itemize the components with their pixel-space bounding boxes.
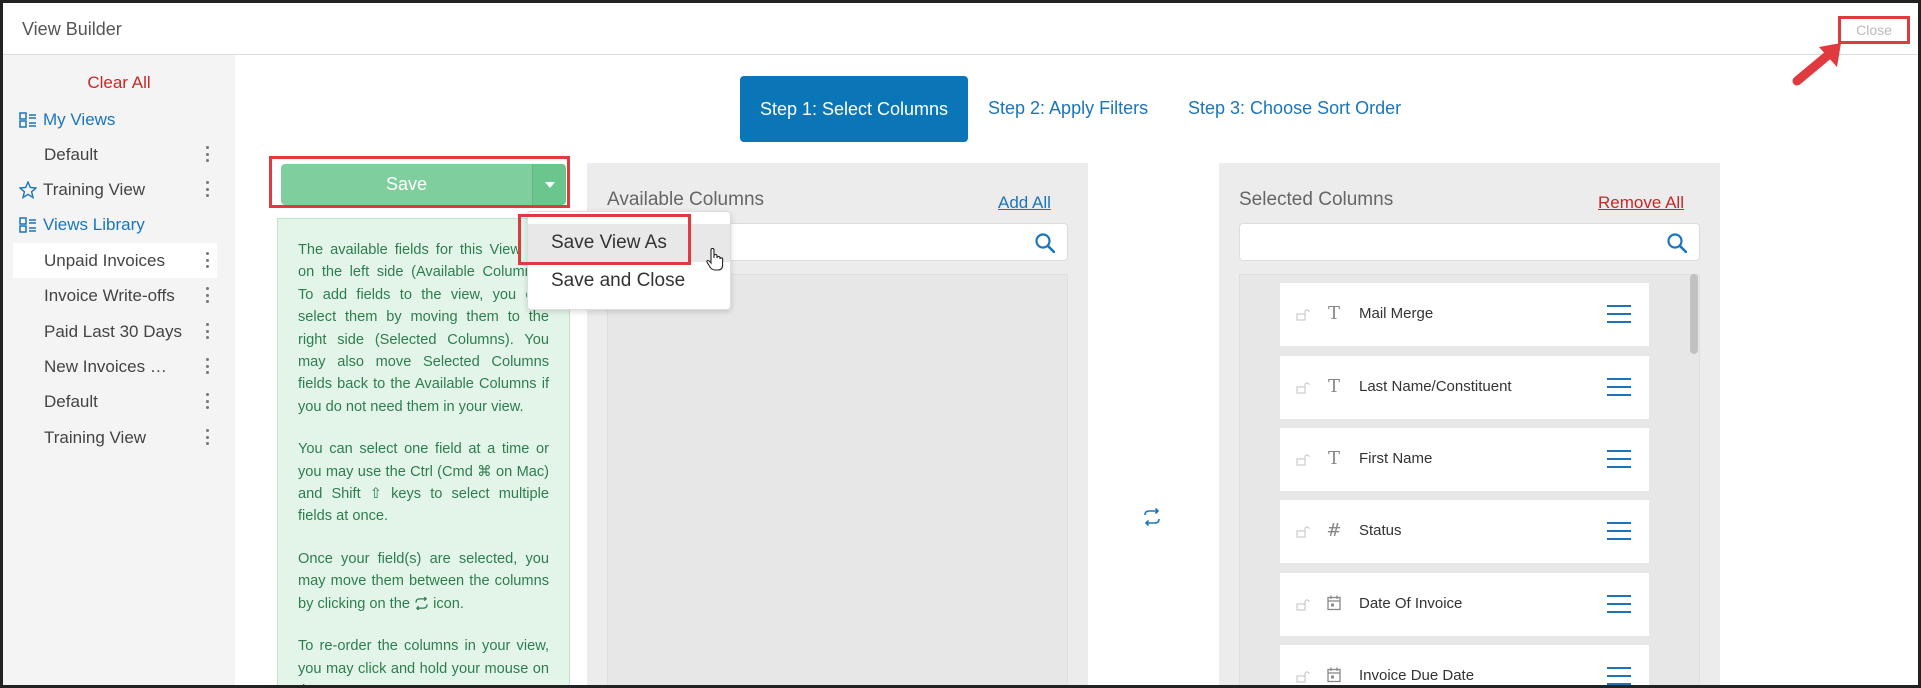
sidebar-item-training-view[interactable]: Training View bbox=[13, 172, 217, 207]
drag-handle-icon[interactable] bbox=[1607, 305, 1631, 323]
unlock-icon bbox=[1296, 454, 1310, 466]
unlock-icon bbox=[1296, 309, 1310, 321]
highlight-outline bbox=[518, 214, 691, 265]
clear-all-link[interactable]: Clear All bbox=[3, 73, 235, 93]
column-name: First Name bbox=[1359, 450, 1433, 467]
sidebar-item-label: Training View bbox=[43, 179, 146, 199]
unlock-icon bbox=[1296, 599, 1310, 611]
sidebar-views-library[interactable]: Views Library bbox=[13, 207, 217, 242]
instructions-paragraph: The available fields for this View are o… bbox=[298, 242, 549, 415]
sidebar-item-new-invoices[interactable]: New Invoices 30 Days bbox=[13, 349, 217, 384]
sidebar-item-label: Default bbox=[44, 391, 98, 411]
list-item[interactable]: T Last Name/Constituent bbox=[1280, 356, 1649, 419]
calendar-icon bbox=[1327, 595, 1341, 611]
drag-handle-icon[interactable] bbox=[1607, 522, 1631, 540]
sidebar-item-paid-last-30-days[interactable]: Paid Last 30 Days bbox=[13, 314, 217, 349]
kebab-menu-icon[interactable] bbox=[205, 393, 209, 409]
star-icon[interactable] bbox=[19, 180, 37, 199]
list-item[interactable]: T Mail Merge bbox=[1280, 283, 1649, 346]
text-type-icon: T bbox=[1327, 303, 1340, 324]
list-item[interactable]: Date Of Invoice bbox=[1280, 573, 1649, 636]
available-columns-list[interactable] bbox=[607, 274, 1068, 685]
sidebar-item-label: Training View bbox=[44, 427, 147, 447]
unlock-icon bbox=[1296, 671, 1310, 683]
list-item[interactable]: # Status bbox=[1280, 500, 1649, 563]
sidebar: Clear All My Views Default Training View… bbox=[3, 55, 235, 685]
selected-columns-title: Selected Columns bbox=[1239, 189, 1394, 210]
column-name: Status bbox=[1359, 522, 1402, 539]
column-name: Mail Merge bbox=[1359, 305, 1434, 322]
sidebar-views-library-label: Views Library bbox=[43, 214, 145, 234]
sidebar-item-invoice-write-offs[interactable]: Invoice Write-offs bbox=[13, 278, 217, 313]
drag-handle-icon[interactable] bbox=[1607, 378, 1631, 396]
chevron-down-icon bbox=[544, 181, 555, 188]
sidebar-item-label: Default bbox=[44, 144, 98, 164]
tab-step-1-select-columns[interactable]: Step 1: Select Columns bbox=[740, 76, 968, 142]
scrollbar[interactable] bbox=[1690, 274, 1698, 354]
sidebar-item-label: Invoice Write-offs bbox=[44, 285, 175, 305]
search-icon bbox=[1035, 233, 1055, 253]
sidebar-item-training-view-library[interactable]: Training View bbox=[13, 420, 217, 455]
remove-all-link[interactable]: Remove All bbox=[1598, 193, 1684, 213]
column-name: Date Of Invoice bbox=[1359, 595, 1463, 612]
sidebar-item-label: Paid Last 30 Days bbox=[44, 321, 182, 341]
selected-search-input[interactable] bbox=[1239, 223, 1700, 261]
sidebar-item-label: New Invoices 30 Days bbox=[44, 356, 168, 376]
grid-list-icon bbox=[19, 216, 37, 234]
save-button[interactable]: Save bbox=[281, 164, 532, 205]
hand-cursor-icon bbox=[706, 248, 724, 271]
list-item[interactable]: T First Name bbox=[1280, 428, 1649, 491]
kebab-menu-icon[interactable] bbox=[205, 323, 209, 339]
window-title: View Builder bbox=[22, 19, 122, 39]
sidebar-my-views-label: My Views bbox=[43, 109, 116, 129]
title-bar: View Builder Close bbox=[3, 3, 1918, 55]
unlock-icon bbox=[1296, 526, 1310, 538]
sidebar-item-unpaid-invoices[interactable]: Unpaid Invoices bbox=[13, 243, 217, 278]
drag-handle-icon[interactable] bbox=[1607, 595, 1631, 613]
save-dropdown-toggle[interactable] bbox=[532, 164, 566, 205]
list-item[interactable]: Invoice Due Date bbox=[1280, 645, 1649, 685]
kebab-menu-icon[interactable] bbox=[205, 252, 209, 268]
kebab-menu-icon[interactable] bbox=[205, 146, 209, 162]
swap-icon bbox=[415, 596, 428, 611]
column-name: Last Name/Constituent bbox=[1359, 378, 1512, 395]
add-all-link[interactable]: Add All bbox=[998, 193, 1051, 213]
sidebar-my-views[interactable]: My Views bbox=[13, 102, 217, 137]
unlock-icon bbox=[1296, 382, 1310, 394]
drag-handle-icon[interactable] bbox=[1607, 450, 1631, 468]
sidebar-item-label: Unpaid Invoices bbox=[44, 250, 165, 270]
instructions-paragraph: You can select one field at a time or yo… bbox=[298, 441, 549, 525]
tab-step-3-sort-order[interactable]: Step 3: Choose Sort Order bbox=[1188, 98, 1401, 119]
sidebar-item-default[interactable]: Default bbox=[13, 137, 217, 172]
number-type-icon: # bbox=[1326, 520, 1342, 541]
tab-step-2-apply-filters[interactable]: Step 2: Apply Filters bbox=[988, 98, 1148, 119]
menu-item-save-and-close[interactable]: Save and Close bbox=[528, 262, 730, 300]
instructions-paragraph: Once your field(s) are selected, you may… bbox=[298, 550, 549, 612]
view-builder-window: View Builder Close Clear All My Views De… bbox=[0, 0, 1921, 688]
text-type-icon: T bbox=[1327, 376, 1340, 397]
grid-list-icon bbox=[19, 111, 37, 129]
kebab-menu-icon[interactable] bbox=[205, 429, 209, 445]
kebab-menu-icon[interactable] bbox=[205, 181, 209, 197]
kebab-menu-icon[interactable] bbox=[205, 287, 209, 303]
available-columns-title: Available Columns bbox=[607, 189, 765, 210]
search-icon bbox=[1667, 233, 1687, 253]
kebab-menu-icon[interactable] bbox=[205, 358, 209, 374]
text-type-icon: T bbox=[1327, 448, 1340, 469]
column-name: Invoice Due Date bbox=[1359, 667, 1475, 684]
drag-handle-icon[interactable] bbox=[1607, 667, 1631, 685]
calendar-icon bbox=[1327, 667, 1341, 683]
swap-columns-icon[interactable] bbox=[1142, 507, 1162, 527]
sidebar-item-default-library[interactable]: Default bbox=[13, 384, 217, 419]
instructions-paragraph: To re-order the columns in your view, yo… bbox=[298, 638, 549, 685]
annotation-arrow-icon bbox=[1792, 43, 1841, 86]
